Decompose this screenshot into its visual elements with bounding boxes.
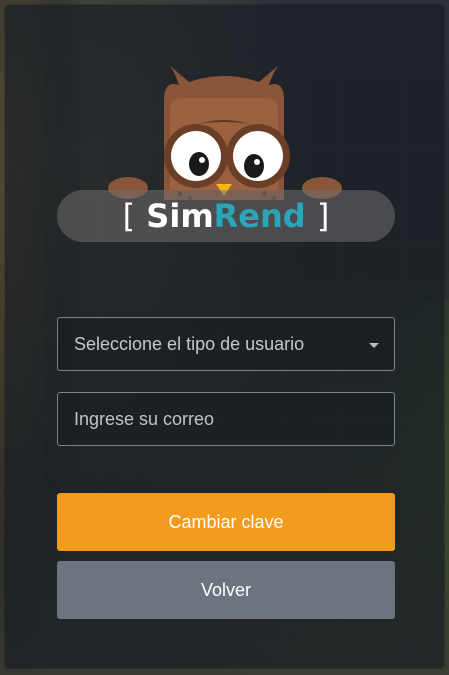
change-password-button[interactable]: Cambiar clave [57, 493, 395, 551]
email-field[interactable] [57, 392, 395, 446]
user-type-select[interactable]: Seleccione el tipo de usuario [57, 317, 395, 371]
brand-bracket-open: [ [122, 197, 136, 235]
brand-logo-bar: [ SimRend ] [57, 190, 395, 242]
brand-name-sim: Sim [146, 197, 214, 235]
user-type-select-value: Seleccione el tipo de usuario [74, 333, 305, 354]
brand-name-rend: Rend [213, 197, 306, 235]
brand-logo: [ SimRend ] [123, 197, 330, 235]
caret-down-icon [369, 343, 379, 348]
brand-bracket-close: ] [316, 197, 330, 235]
back-button[interactable]: Volver [57, 561, 395, 619]
owl-mascot-icon [104, 60, 344, 210]
page-root: [ SimRend ] Seleccione el tipo de usuari… [0, 0, 449, 675]
email-input[interactable] [58, 393, 394, 445]
